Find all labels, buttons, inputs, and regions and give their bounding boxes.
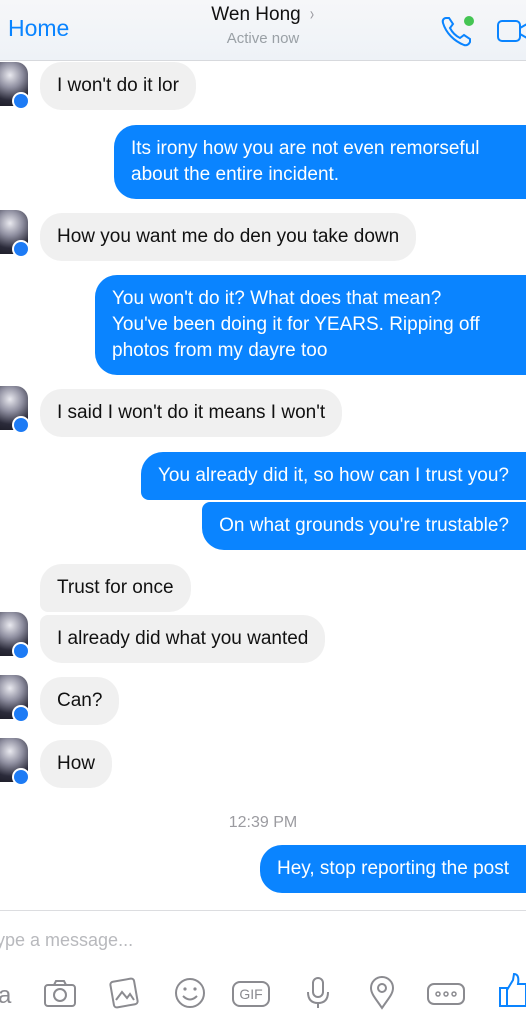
outgoing-message[interactable]: On what grounds you're trustable?: [202, 502, 526, 550]
chevron-right-icon: ›: [309, 4, 314, 24]
messenger-badge-icon: [12, 768, 30, 786]
incoming-message[interactable]: How: [40, 740, 113, 788]
outgoing-message[interactable]: You won't do it? What does that mean? Yo…: [95, 275, 526, 375]
message-line: You won't do it? What does that mean?: [112, 288, 442, 309]
contact-avatar[interactable]: [0, 210, 30, 258]
message-input[interactable]: ype a message...: [0, 930, 133, 951]
online-dot-icon: [464, 16, 474, 26]
contact-avatar[interactable]: [0, 738, 30, 786]
messenger-badge-icon: [12, 240, 30, 258]
messenger-badge-icon: [12, 416, 30, 434]
incoming-message[interactable]: I said I won't do it means I won't: [40, 389, 343, 437]
emoji-icon[interactable]: [172, 976, 208, 1010]
conversation-header: Home Wen Hong › Active now: [0, 0, 526, 61]
location-icon[interactable]: [366, 976, 398, 1010]
gif-icon[interactable]: GIF: [232, 981, 270, 1007]
contact-name[interactable]: Wen Hong: [211, 4, 300, 26]
messenger-badge-icon: [12, 642, 30, 660]
phone-icon[interactable]: [440, 14, 476, 48]
like-icon[interactable]: [498, 972, 526, 1008]
message-line: You've been doing it for YEARS. Ripping …: [112, 314, 480, 335]
incoming-message[interactable]: I won't do it lor: [40, 62, 196, 110]
messenger-badge-icon: [12, 92, 30, 110]
incoming-message[interactable]: I already did what you wanted: [40, 615, 326, 663]
video-icon[interactable]: [496, 18, 526, 44]
microphone-icon[interactable]: [302, 976, 334, 1010]
camera-icon[interactable]: [42, 976, 78, 1010]
incoming-message[interactable]: Trust for once: [40, 564, 191, 612]
incoming-message[interactable]: How you want me do den you take down: [40, 213, 417, 261]
contact-avatar[interactable]: [0, 62, 30, 110]
incoming-message[interactable]: Can?: [40, 677, 120, 725]
outgoing-message[interactable]: Its irony how you are not even remorsefu…: [114, 125, 526, 199]
composer-divider: [0, 910, 526, 911]
gallery-icon[interactable]: [106, 976, 142, 1010]
messenger-badge-icon: [12, 705, 30, 723]
outgoing-message[interactable]: Hey, stop reporting the post: [260, 845, 526, 893]
keyboard-fragment-icon[interactable]: a: [0, 982, 11, 1010]
more-icon[interactable]: [426, 976, 466, 1010]
message-line: Its irony how you are not even remorsefu…: [131, 138, 480, 159]
message-timestamp: 12:39 PM: [228, 814, 298, 831]
contact-avatar[interactable]: [0, 675, 30, 723]
contact-avatar[interactable]: [0, 612, 30, 660]
message-line: photos from my dayre too: [112, 340, 328, 361]
contact-avatar[interactable]: [0, 386, 30, 434]
outgoing-message[interactable]: You already did it, so how can I trust y…: [140, 452, 526, 500]
message-line: about the entire incident.: [131, 164, 340, 185]
